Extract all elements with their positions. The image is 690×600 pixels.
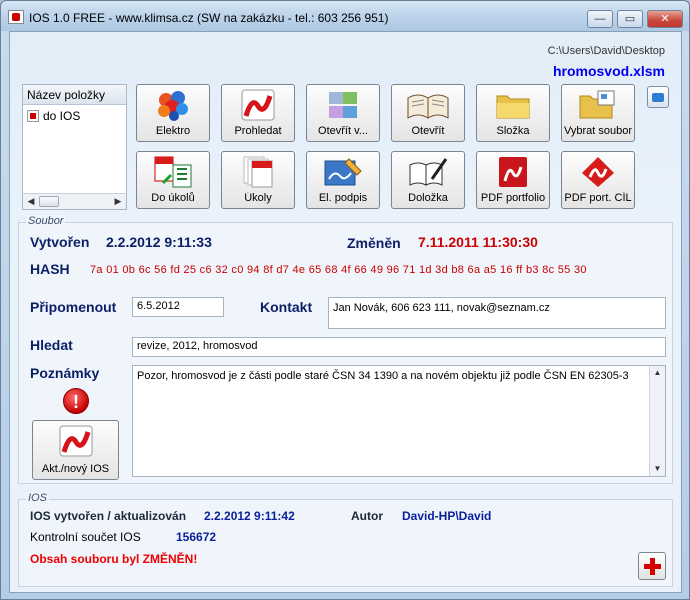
- open-label: Otevřít: [411, 125, 445, 137]
- folder-button[interactable]: Složka: [476, 84, 550, 142]
- book-pen-icon: [409, 158, 448, 186]
- elektro-label: Elektro: [155, 125, 191, 137]
- update-ios-button[interactable]: Akt./nový IOS: [32, 420, 119, 480]
- prohledat-label: Prohledat: [234, 125, 282, 137]
- open-button[interactable]: Otevřít: [391, 84, 465, 142]
- pdf-portfolio-label: PDF portfolio: [480, 192, 546, 204]
- document-icon: [27, 110, 39, 122]
- close-button[interactable]: ✕: [647, 10, 683, 28]
- folder-icon: [496, 95, 530, 119]
- pdf-stack-icon: [243, 156, 273, 188]
- tree-item-label: do IOS: [43, 109, 81, 123]
- signature-icon: [324, 158, 362, 186]
- notes-text: Pozor, hromosvod je z části podle staré …: [137, 370, 629, 382]
- scroll-right-icon[interactable]: ▶: [111, 195, 125, 208]
- scroll-up-icon[interactable]: ▲: [650, 366, 665, 380]
- open-with-label: Otevřít v...: [318, 125, 368, 137]
- ukoly-label: Úkoly: [244, 192, 272, 204]
- changed-label: Změněn: [347, 235, 401, 251]
- window-title: IOS 1.0 FREE - www.klimsa.cz (SW na zaká…: [29, 11, 389, 25]
- ios-created-value: 2.2.2012 9:11:42: [204, 509, 295, 523]
- maximize-button[interactable]: ▭: [617, 10, 643, 28]
- scroll-thumb[interactable]: [39, 196, 59, 207]
- signature-label: El. podpis: [318, 192, 368, 204]
- ios-group-title: IOS: [26, 492, 49, 504]
- changed-value: 7.11.2011 11:30:30: [418, 234, 538, 250]
- select-file-label: Vybrat soubor: [563, 125, 633, 137]
- author-label: Autor: [351, 509, 383, 523]
- tree-item[interactable]: do IOS: [23, 107, 126, 125]
- checksum-label: Kontrolní součet IOS: [30, 530, 141, 544]
- open-with-button[interactable]: Otevřít v...: [306, 84, 380, 142]
- open-book-icon: [407, 94, 449, 119]
- search-label: Hledat: [30, 337, 73, 353]
- scroll-left-icon[interactable]: ◀: [24, 195, 38, 208]
- pdf-refresh-icon: [59, 425, 92, 457]
- hash-value: 7a 01 0b 6c 56 fd 25 c6 32 c0 94 8f d7 4…: [90, 264, 587, 276]
- update-ios-label: Akt./nový IOS: [41, 463, 110, 475]
- ukoly-button[interactable]: Úkoly: [221, 151, 295, 209]
- side-action-button[interactable]: [647, 86, 669, 108]
- contact-label: Kontakt: [260, 299, 313, 315]
- minimize-button[interactable]: —: [587, 10, 613, 28]
- notes-field[interactable]: Pozor, hromosvod je z části podle staré …: [132, 365, 666, 477]
- warning-icon: !: [63, 388, 89, 414]
- contact-field[interactable]: Jan Novák, 606 623 111, novak@seznam.cz: [328, 297, 666, 329]
- pdf-to-excel-icon: [154, 156, 192, 188]
- scroll-down-icon[interactable]: ▼: [650, 462, 665, 476]
- status-message: Obsah souboru byl ZMĚNĚN!: [30, 552, 198, 566]
- signature-button[interactable]: El. podpis: [306, 151, 380, 209]
- item-tree[interactable]: Název položky do IOS ◀ ▶: [22, 84, 127, 210]
- dolozka-label: Doložka: [408, 192, 448, 204]
- file-path: C:\Users\David\Desktop: [547, 45, 665, 57]
- pdf-portfolio-button[interactable]: PDF portfolio: [476, 151, 550, 209]
- author-value: David-HP\David: [402, 509, 492, 523]
- pdf-target-button[interactable]: PDF port. CÍL: [561, 151, 635, 209]
- elektro-button[interactable]: Elektro: [136, 84, 210, 142]
- soubor-group-title: Soubor: [26, 215, 66, 227]
- main-panel: C:\Users\David\Desktop hromosvod.xlsm Ná…: [9, 31, 682, 593]
- add-button[interactable]: [638, 552, 666, 580]
- molecule-icon: [158, 91, 188, 121]
- notes-label: Poznámky: [30, 365, 100, 381]
- pdf-target-icon: [582, 157, 614, 187]
- remind-label: Připomenout: [30, 299, 117, 315]
- checksum-value: 156672: [176, 530, 217, 544]
- select-file-icon: [579, 90, 615, 119]
- notes-scrollbar[interactable]: ▲ ▼: [649, 366, 665, 476]
- horizontal-scrollbar[interactable]: ◀ ▶: [23, 193, 126, 209]
- title-bar[interactable]: IOS 1.0 FREE - www.klimsa.cz (SW na zaká…: [1, 1, 689, 31]
- do-ukolu-label: Do úkolů: [151, 192, 195, 204]
- pdf-target-label: PDF port. CÍL: [564, 192, 632, 204]
- hash-label: HASH: [30, 261, 70, 277]
- created-label: Vytvořen: [30, 234, 90, 250]
- created-value: 2.2.2012 9:11:33: [106, 234, 212, 250]
- tree-header[interactable]: Název položky: [23, 85, 126, 105]
- file-name: hromosvod.xlsm: [552, 63, 665, 79]
- pdf-portfolio-icon: [499, 157, 527, 187]
- app-icon: [8, 10, 24, 24]
- prohledat-button[interactable]: Prohledat: [221, 84, 295, 142]
- app-window: IOS 1.0 FREE - www.klimsa.cz (SW na zaká…: [0, 0, 690, 600]
- search-input[interactable]: revize, 2012, hromosvod: [132, 337, 666, 357]
- select-file-button[interactable]: Vybrat soubor: [561, 84, 635, 142]
- do-ukolu-button[interactable]: Do úkolů: [136, 151, 210, 209]
- remind-date-input[interactable]: 6.5.2012: [132, 297, 224, 317]
- folder-label: Složka: [496, 125, 530, 137]
- search-pdf-icon: [241, 89, 275, 121]
- open-with-icon: [329, 92, 357, 118]
- dolozka-button[interactable]: Doložka: [391, 151, 465, 209]
- ios-created-label: IOS vytvořen / aktualizován: [30, 509, 187, 523]
